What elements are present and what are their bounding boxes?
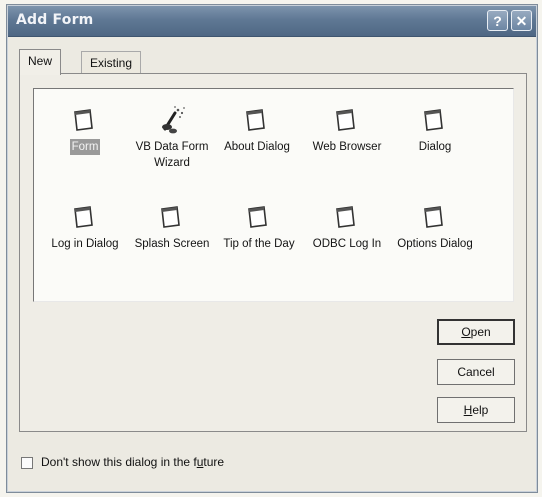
dont-show-label-text: Don't show this dialog in the f — [41, 455, 197, 469]
list-item-label: Splash Screen — [134, 238, 210, 250]
list-item-label: ODBC Log In — [312, 238, 382, 250]
form-icon — [74, 206, 93, 228]
list-item-log-in-dialog[interactable]: Log in Dialog — [37, 200, 133, 252]
list-item-about-dialog[interactable]: About Dialog — [209, 103, 305, 155]
title-bar[interactable]: Add Form ? ✕ — [8, 6, 536, 37]
close-icon: ✕ — [515, 13, 528, 29]
form-icon — [248, 206, 267, 228]
tab-new[interactable]: New — [19, 49, 62, 75]
cancel-button[interactable]: Cancel — [437, 359, 515, 385]
list-item-label: Log in Dialog — [51, 238, 119, 250]
list-item-options-dialog[interactable]: Options Dialog — [387, 200, 483, 252]
form-icon — [74, 109, 93, 131]
dont-show-label[interactable]: Don't show this dialog in the future — [41, 455, 224, 469]
help-title-button[interactable]: ? — [487, 10, 508, 31]
help-button-label: elp — [472, 403, 489, 417]
list-item-label: Tip of the Day — [223, 238, 295, 250]
list-item-dialog[interactable]: Dialog — [387, 103, 483, 155]
template-list[interactable]: Form VB Data Form Wizard About Dialog We… — [33, 88, 514, 302]
list-item-label: Options Dialog — [397, 238, 473, 250]
open-button[interactable]: Open — [437, 319, 515, 345]
list-item-tip-of-the-day[interactable]: Tip of the Day — [211, 200, 307, 252]
list-item-form[interactable]: Form — [37, 103, 133, 155]
list-item-label: Dialog — [418, 141, 452, 153]
list-item-odbc-log-in[interactable]: ODBC Log In — [299, 200, 395, 252]
dont-show-label-text-end: ture — [203, 455, 225, 469]
form-icon — [336, 206, 355, 228]
list-item-label: VB Data Form Wizard — [135, 141, 209, 169]
help-button[interactable]: Help — [437, 397, 515, 423]
question-icon: ? — [493, 13, 502, 29]
form-icon — [336, 109, 355, 131]
form-icon — [424, 109, 443, 131]
list-item-vb-data-form-wizard[interactable]: VB Data Form Wizard — [124, 103, 220, 171]
form-icon — [424, 206, 443, 228]
list-item-label: Form — [69, 139, 101, 155]
add-form-dialog: Add Form ? ✕ New Existing Form VB Data F… — [6, 4, 538, 493]
list-item-label: Web Browser — [312, 141, 382, 153]
tab-existing[interactable]: Existing — [81, 51, 142, 74]
wizard-icon — [162, 106, 185, 134]
window-title: Add Form — [16, 12, 94, 28]
dont-show-checkbox[interactable] — [21, 457, 33, 469]
form-icon — [161, 206, 180, 228]
list-item-web-browser[interactable]: Web Browser — [299, 103, 395, 155]
list-item-label: About Dialog — [224, 141, 290, 153]
close-button[interactable]: ✕ — [511, 10, 532, 31]
open-button-label: pen — [470, 325, 491, 339]
form-icon — [246, 109, 265, 131]
open-button-mnemonic: O — [461, 325, 471, 339]
list-item-splash-screen[interactable]: Splash Screen — [124, 200, 220, 252]
